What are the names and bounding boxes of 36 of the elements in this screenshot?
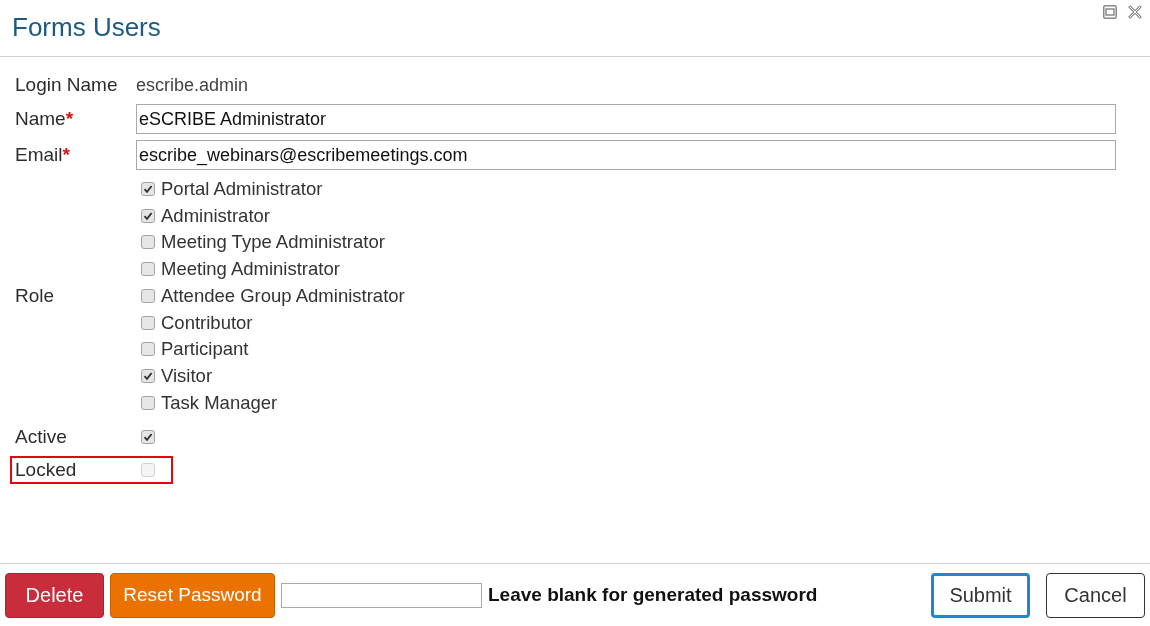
checkbox[interactable]: [141, 430, 155, 445]
delete-button[interactable]: Delete: [5, 572, 104, 618]
role-option-label: Administrator: [161, 203, 270, 228]
role-option-label: Attendee Group Administrator: [161, 283, 405, 308]
role-option-label: Task Manager: [161, 390, 278, 415]
checkbox[interactable]: [141, 208, 155, 223]
password-hint: Leave blank for generated password: [488, 584, 818, 606]
field-label: Role: [14, 283, 56, 308]
checkbox[interactable]: [141, 369, 155, 384]
close-icon[interactable]: [1128, 5, 1142, 19]
field-label: Email*: [14, 143, 71, 167]
role-option-label: Contributor: [161, 310, 253, 335]
submit-button[interactable]: Submit: [931, 572, 1030, 618]
field-label: Locked: [14, 458, 78, 483]
checkbox[interactable]: [141, 235, 155, 250]
maximize-icon[interactable]: [1103, 5, 1117, 19]
role-option-label: Participant: [161, 337, 249, 362]
text-field[interactable]: escribe_webinars@escribemeetings.com: [136, 140, 1116, 170]
checkbox[interactable]: [141, 288, 155, 303]
cancel-button[interactable]: Cancel: [1046, 572, 1145, 618]
checkbox[interactable]: [141, 395, 155, 410]
role-option-label: Visitor: [161, 364, 213, 389]
role-option-label: Meeting Administrator: [161, 257, 340, 282]
text-field[interactable]: eSCRIBE Administrator: [136, 104, 1116, 134]
checkbox[interactable]: [141, 342, 155, 357]
checkbox[interactable]: [141, 315, 155, 330]
password-field[interactable]: [281, 582, 482, 608]
login-name-value: escribe.admin: [136, 74, 249, 97]
checkbox[interactable]: [141, 181, 155, 196]
field-label: Active: [14, 425, 68, 450]
window-title: Forms Users: [12, 11, 161, 43]
checkbox[interactable]: [141, 262, 155, 277]
field-label: Login Name: [14, 73, 119, 97]
field-label: Name*: [14, 107, 75, 131]
role-option-label: Meeting Type Administrator: [161, 230, 385, 255]
role-option-label: Portal Administrator: [161, 176, 323, 201]
